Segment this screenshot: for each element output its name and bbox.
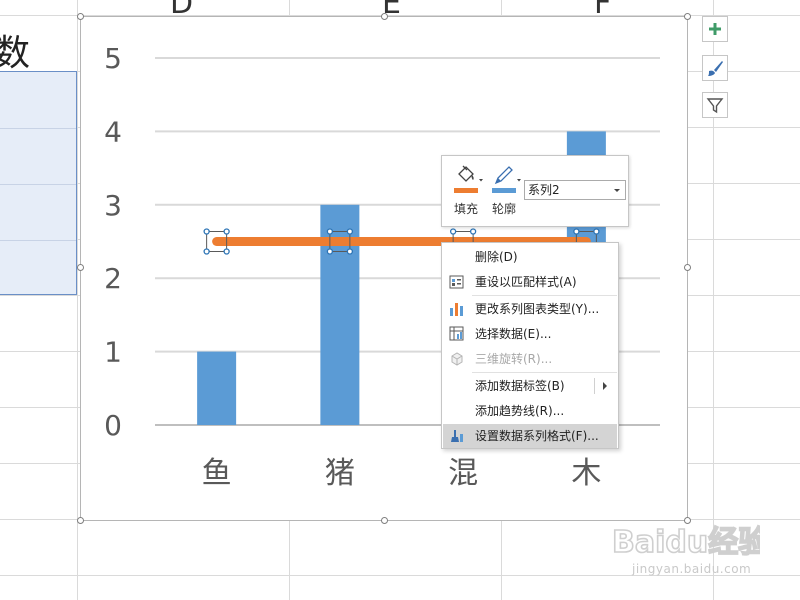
bar[interactable] [197, 351, 237, 425]
y-tick-label: 4 [104, 115, 122, 148]
line-point-handle[interactable] [449, 228, 457, 235]
x-tick-label: 猪 [325, 456, 355, 491]
x-tick-label: 混 [448, 456, 478, 491]
line-point-handle[interactable] [573, 228, 580, 235]
resize-handle-bottom-left[interactable] [77, 517, 84, 524]
filter-icon [706, 98, 724, 114]
brush-icon [708, 61, 723, 76]
y-tick-label: 5 [104, 42, 122, 75]
cell-text[interactable]: 数 [0, 24, 40, 76]
y-tick-label: 1 [104, 336, 122, 369]
series-select-value: 系列2 [528, 183, 560, 197]
line-point-handle[interactable] [593, 228, 600, 235]
resize-handle-bottom[interactable] [381, 517, 388, 524]
line-point-handle[interactable] [326, 228, 334, 235]
menu-item-reset-style[interactable]: 重设以匹配样式(A) [443, 270, 617, 294]
paint-bucket-icon [458, 165, 474, 182]
line-point-handle[interactable] [469, 228, 477, 235]
line-point-handle[interactable] [326, 248, 334, 255]
chart-styles-button[interactable] [702, 55, 728, 81]
menu-item-select-data[interactable]: 选择数据(E)... [443, 322, 617, 346]
resize-handle-right[interactable] [684, 264, 691, 271]
y-tick-label: 3 [104, 189, 122, 222]
menu-item-3d-rotation[interactable]: 三维旋转(R)... [443, 347, 617, 371]
3d-rotation-icon [451, 352, 463, 366]
chevron-down-icon [479, 179, 483, 182]
baidu-jingyan-watermark: Baidu经验 [611, 524, 760, 560]
select-data-icon [449, 326, 464, 341]
outline-button[interactable]: 轮廓 [486, 162, 522, 220]
context-menu: 删除(D) 重设以匹配样式(A) 更改系列图表类型(Y)... 选择数据(E).… [441, 242, 619, 449]
line-point-handle[interactable] [223, 228, 230, 235]
resize-handle-left[interactable] [77, 264, 84, 271]
submenu-arrow-icon [603, 382, 607, 390]
reset-style-icon [449, 275, 464, 289]
watermark-brand: Baidu经验 [612, 525, 760, 560]
fill-button[interactable]: 填充 [448, 162, 484, 220]
selected-cell-range[interactable] [0, 71, 77, 295]
x-tick-label: 鱼 [202, 456, 232, 491]
format-mini-toolbar: 填充 轮廓 系列2 [441, 155, 629, 227]
outline-label: 轮廓 [491, 202, 516, 216]
y-tick-label: 2 [104, 262, 122, 295]
menu-item-add-trendline[interactable]: 添加趋势线(R)... [443, 399, 617, 423]
chevron-down-icon [517, 179, 521, 182]
resize-handle-top-right[interactable] [684, 13, 691, 20]
line-point-handle[interactable] [223, 248, 230, 255]
fill-color-swatch [454, 188, 478, 193]
y-tick-label: 0 [104, 409, 122, 442]
line-point-handle[interactable] [203, 228, 210, 235]
series-select[interactable]: 系列2 [524, 180, 626, 200]
format-series-icon [451, 430, 463, 442]
resize-handle-top-left[interactable] [77, 13, 84, 20]
watermark-url: jingyan.baidu.com [632, 562, 752, 576]
resize-handle-top[interactable] [381, 13, 388, 20]
chart-elements-button[interactable] [702, 16, 728, 42]
plus-icon [709, 23, 721, 35]
menu-item-format-data-series[interactable]: 设置数据系列格式(F)... [443, 424, 617, 448]
outline-color-swatch [492, 188, 516, 193]
change-chart-type-icon [450, 303, 463, 316]
menu-item-change-chart-type[interactable]: 更改系列图表类型(Y)... [443, 297, 617, 321]
fill-label: 填充 [453, 202, 478, 216]
menu-item-delete[interactable]: 删除(D) [443, 245, 617, 269]
x-tick-label: 木 [571, 456, 601, 491]
menu-item-add-data-labels[interactable]: 添加数据标签(B) [443, 374, 617, 398]
chart-filters-button[interactable] [702, 92, 728, 118]
pen-icon [494, 166, 513, 185]
dropdown-arrow-icon [614, 189, 620, 192]
line-point-handle[interactable] [346, 248, 354, 255]
line-point-handle[interactable] [203, 248, 210, 255]
line-point-handle[interactable] [346, 228, 354, 235]
